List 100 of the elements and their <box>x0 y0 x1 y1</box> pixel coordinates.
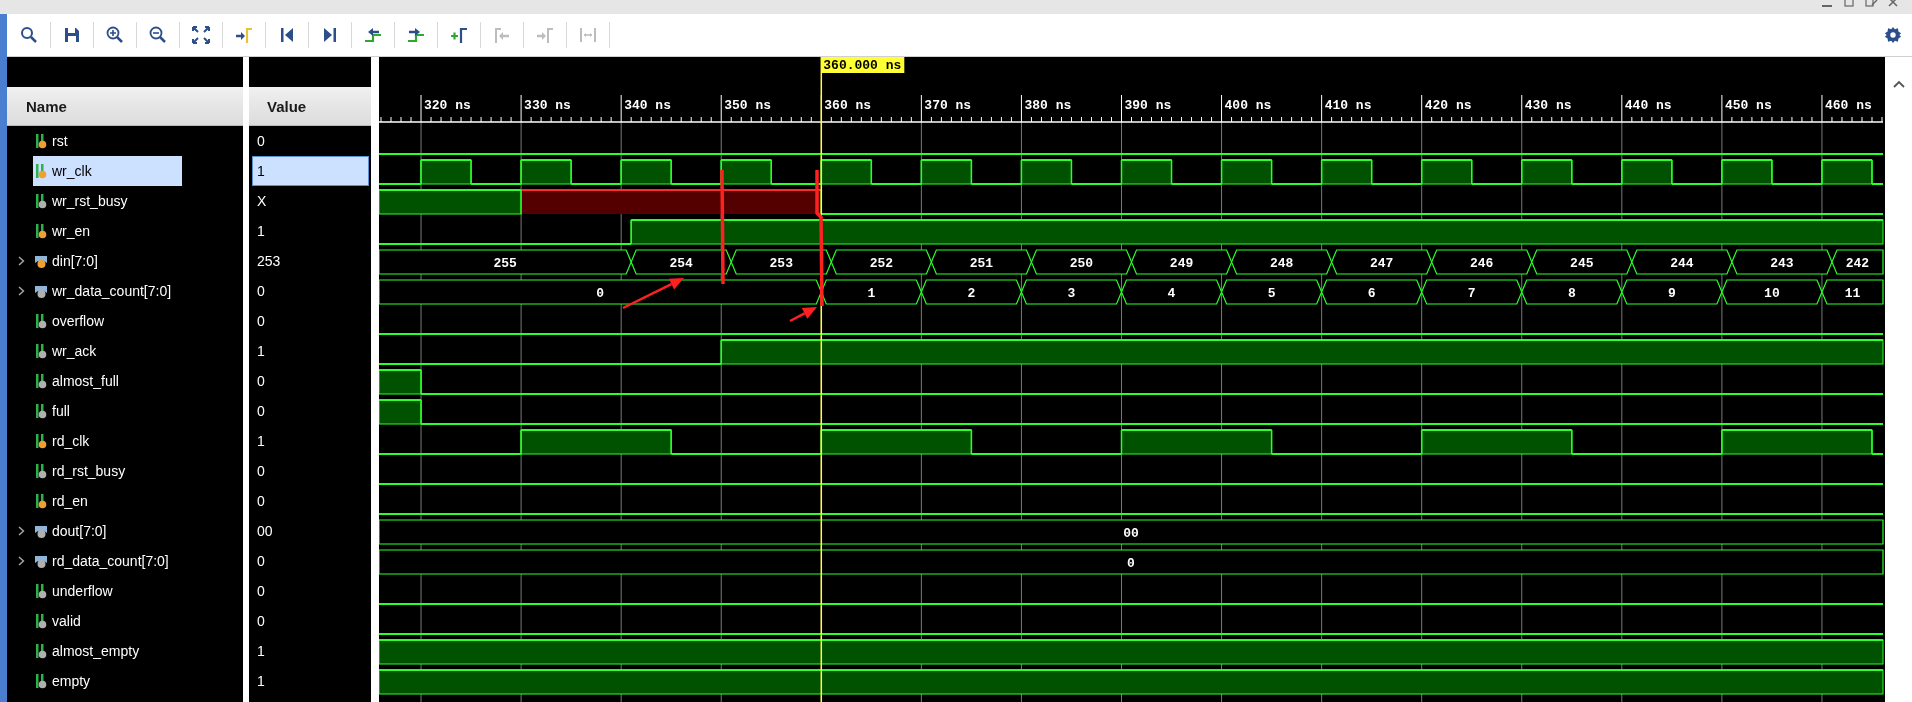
bus-value: 243 <box>1770 256 1794 271</box>
bus-value: 255 <box>493 256 517 271</box>
bus-value: 248 <box>1269 256 1294 271</box>
signal-value: 1 <box>257 223 265 239</box>
bus-value: 249 <box>1169 256 1194 271</box>
bus-value: 8 <box>1567 286 1576 301</box>
signal-name: empty <box>52 673 91 689</box>
time-label: 380 ns <box>1024 98 1072 113</box>
signal-value: 0 <box>257 553 265 569</box>
bus-value: 10 <box>1764 286 1780 301</box>
time-label: 440 ns <box>1624 98 1672 113</box>
time-label: 390 ns <box>1124 98 1172 113</box>
bus-value: 254 <box>669 256 693 271</box>
signal-row[interactable]: din[7:0] <box>33 246 182 276</box>
value-cell: 1 <box>252 156 369 186</box>
bus-value: 9 <box>1667 286 1676 301</box>
signal-row[interactable]: valid <box>33 606 182 636</box>
signal-name: underflow <box>52 583 113 599</box>
time-label: 350 ns <box>724 98 772 113</box>
time-label: 460 ns <box>1824 98 1872 113</box>
time-label: 340 ns <box>624 98 671 113</box>
signal-row[interactable]: rst <box>33 126 182 156</box>
signal-name: wr_ack <box>52 343 97 359</box>
signal-row[interactable]: wr_rst_busy <box>33 186 182 216</box>
signal-value: 1 <box>257 643 265 659</box>
signal-row[interactable]: almost_full <box>33 366 182 396</box>
bus-value: 0 <box>1127 556 1135 571</box>
float-window-icon[interactable] <box>1864 0 1878 8</box>
signal-value: 0 <box>257 583 265 599</box>
bus-value: 252 <box>869 256 894 271</box>
save-icon[interactable] <box>62 25 82 45</box>
close-icon[interactable] <box>1886 0 1900 8</box>
annotation-arrow <box>789 307 817 323</box>
signal-name: rd_clk <box>52 433 90 449</box>
signal-value: 1 <box>257 673 265 689</box>
signal-name: rd_rst_busy <box>52 463 126 479</box>
bus-value: 253 <box>769 256 793 271</box>
bus-value: 246 <box>1470 256 1494 271</box>
signal-name: wr_data_count[7:0] <box>52 283 172 299</box>
signal-name: almost_empty <box>52 643 140 659</box>
signal-name: almost_full <box>52 373 119 389</box>
arrow-bracket-icon[interactable] <box>234 25 254 45</box>
bus-value: 11 <box>1844 286 1861 301</box>
signal-row[interactable]: dout[7:0] <box>33 516 182 546</box>
signal-value: X <box>257 193 267 209</box>
time-label: 330 ns <box>524 98 571 113</box>
signal-name: rst <box>52 133 68 149</box>
signal-name: valid <box>52 613 81 629</box>
step-arrow-icon[interactable] <box>406 25 426 45</box>
signal-value: 1 <box>257 343 265 359</box>
time-label: 420 ns <box>1424 98 1472 113</box>
signal-row[interactable]: wr_data_count[7:0] <box>33 276 182 306</box>
scroll-up-icon[interactable] <box>1891 79 1906 89</box>
signal-value: 0 <box>257 403 265 419</box>
signal-row[interactable]: underflow <box>33 576 182 606</box>
signal-value: 0 <box>257 463 265 479</box>
search-icon[interactable] <box>19 25 39 45</box>
time-label: 400 ns <box>1224 98 1272 113</box>
bus-value: 251 <box>969 256 994 271</box>
signal-value: 0 <box>257 373 265 389</box>
bus-value: 00 <box>1123 526 1139 541</box>
time-label: 430 ns <box>1524 98 1572 113</box>
signal-name: wr_clk <box>52 163 92 179</box>
signal-value: 0 <box>257 313 265 329</box>
signal-row[interactable]: overflow <box>33 306 182 336</box>
signal-row[interactable]: rd_clk <box>33 426 182 456</box>
signal-row[interactable]: almost_empty <box>33 636 182 666</box>
plus-bracket-icon[interactable] <box>449 25 469 45</box>
bus-value: 5 <box>1267 286 1276 301</box>
zoom-in-icon[interactable] <box>105 25 125 45</box>
signal-row[interactable]: full <box>33 396 182 426</box>
column-header: Value <box>266 97 307 115</box>
annotation-arrow <box>622 278 684 310</box>
expand-arrows-icon[interactable] <box>191 25 211 45</box>
time-label: 450 ns <box>1724 98 1772 113</box>
settings-icon[interactable] <box>1884 26 1902 44</box>
signal-row[interactable]: wr_ack <box>33 336 182 366</box>
signal-value: 0 <box>257 493 265 509</box>
time-label: 370 ns <box>924 98 972 113</box>
cursor-time-label: 360.000 ns <box>821 57 905 73</box>
signal-row[interactable]: empty <box>33 666 182 696</box>
signal-name: wr_rst_busy <box>52 193 128 209</box>
zoom-out-icon[interactable] <box>148 25 168 45</box>
column-header: Name <box>25 97 67 115</box>
signal-name: din[7:0] <box>52 253 98 269</box>
bus-value: 242 <box>1845 256 1870 271</box>
step-arrow-icon[interactable] <box>363 25 383 45</box>
signal-row[interactable]: wr_clk <box>33 156 182 186</box>
signal-value: 0 <box>257 133 265 149</box>
signal-row[interactable]: rd_en <box>33 486 182 516</box>
signal-name: overflow <box>52 313 105 329</box>
signal-row[interactable]: wr_en <box>33 216 182 246</box>
signal-row[interactable]: rd_rst_busy <box>33 456 182 486</box>
signal-row[interactable]: rd_data_count[7:0] <box>33 546 182 576</box>
signal-value: 253 <box>257 253 281 269</box>
signal-name: wr_en <box>52 223 91 239</box>
signal-value: 0 <box>257 613 265 629</box>
signal-name: rd_en <box>52 493 88 509</box>
bus-value: 6 <box>1367 286 1376 301</box>
bus-value: 245 <box>1570 256 1594 271</box>
